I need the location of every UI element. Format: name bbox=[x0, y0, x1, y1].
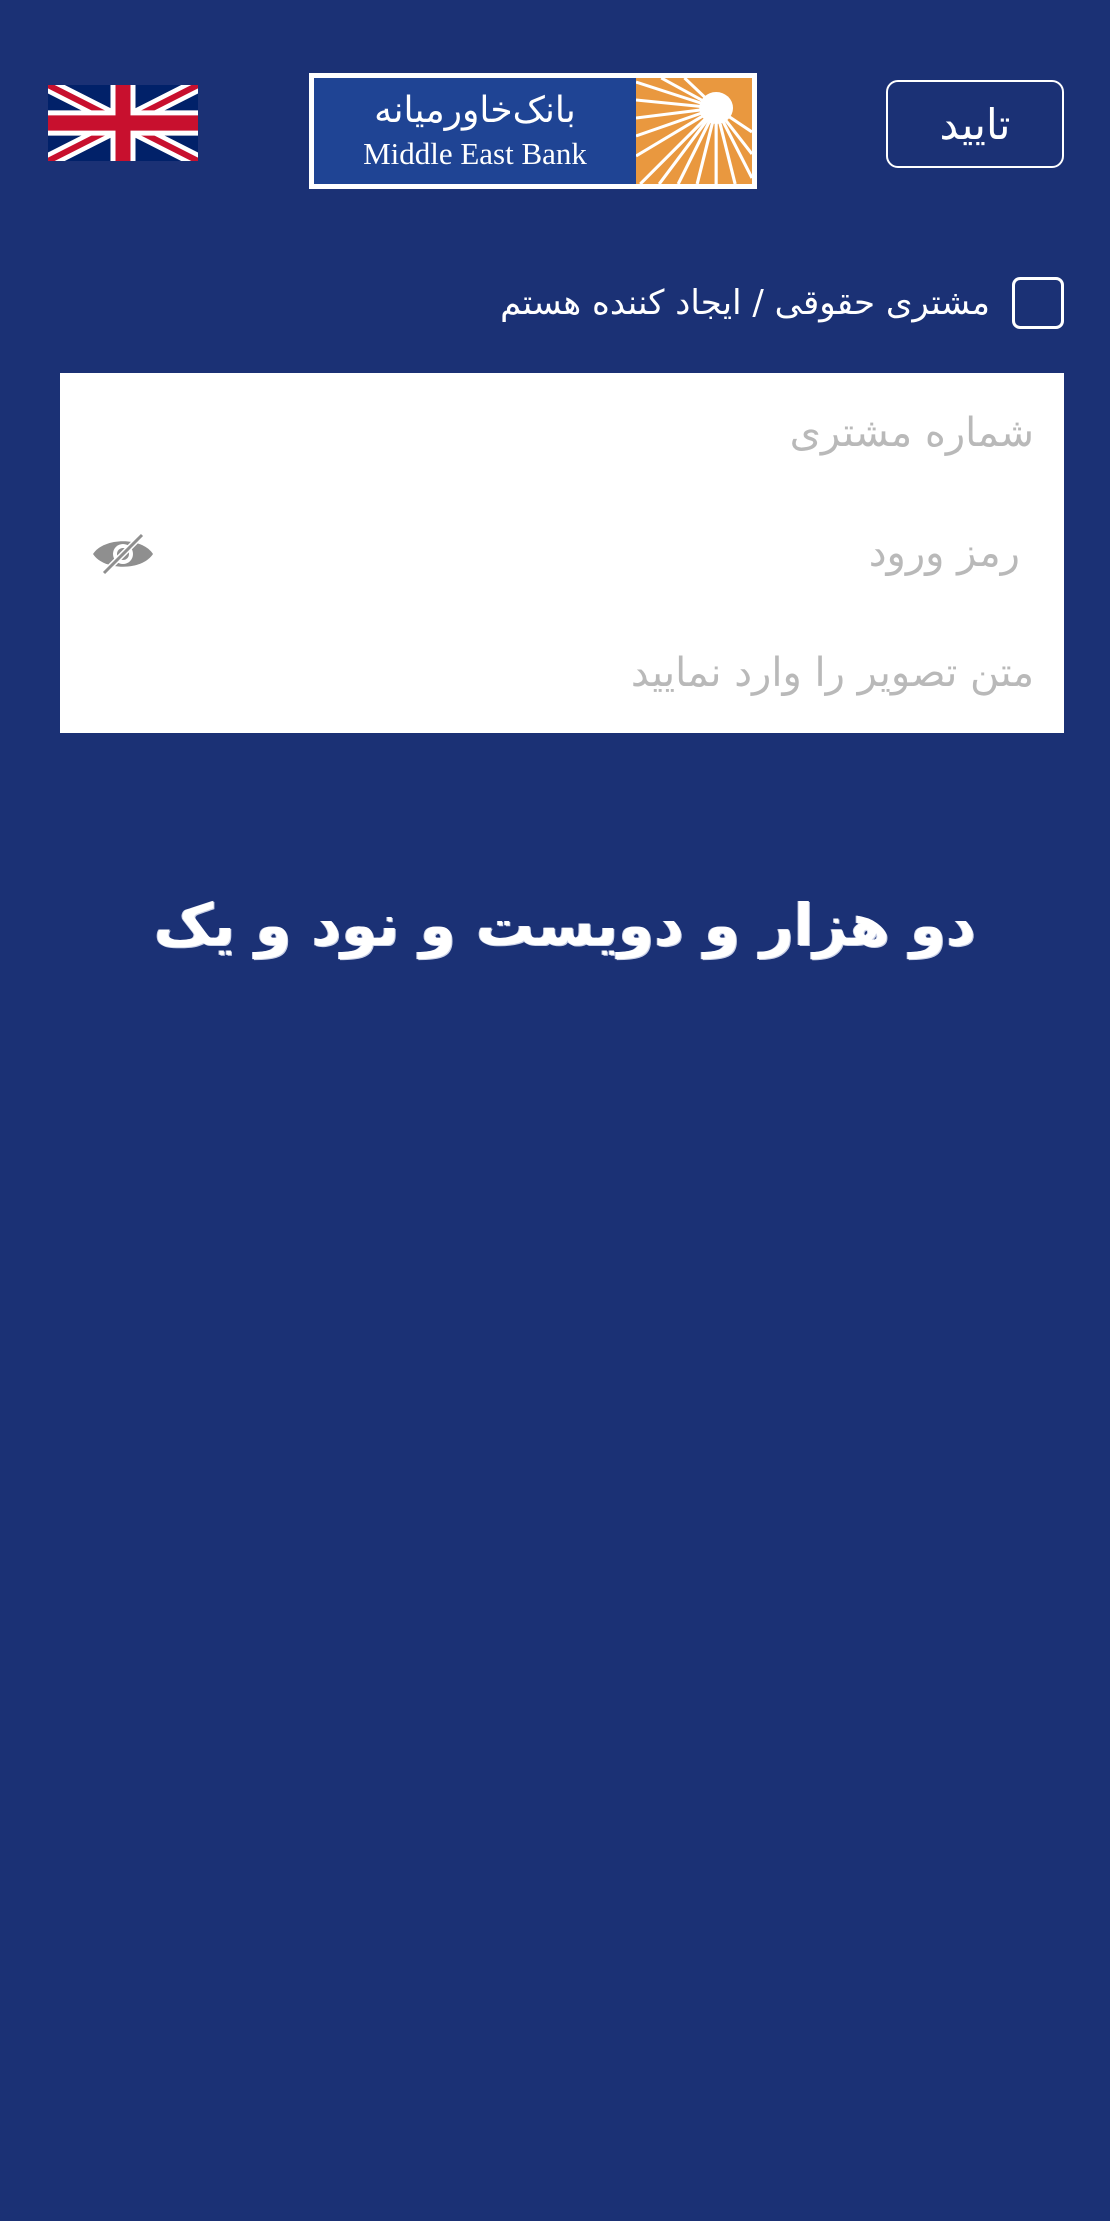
customer-number-row bbox=[60, 373, 1064, 493]
legal-customer-row[interactable]: مشتری حقوقی / ایجاد کننده هستم bbox=[500, 277, 1064, 329]
confirm-button[interactable]: تایید bbox=[886, 80, 1064, 168]
captcha-row bbox=[60, 613, 1064, 733]
bank-name-en: Middle East Bank bbox=[363, 136, 587, 171]
eye-slash-icon[interactable] bbox=[90, 531, 156, 577]
password-input[interactable] bbox=[60, 493, 1064, 613]
login-page: بانک‌خاورمیانه Middle East Bank bbox=[0, 0, 1110, 2221]
legal-customer-checkbox[interactable] bbox=[1012, 277, 1064, 329]
legal-customer-label: مشتری حقوقی / ایجاد کننده هستم bbox=[500, 283, 990, 323]
captcha-image: دو هزار و دویست و نود و یک bbox=[154, 891, 976, 959]
uk-flag-icon[interactable] bbox=[48, 85, 198, 161]
sun-emblem-icon bbox=[636, 78, 752, 184]
bank-logo: بانک‌خاورمیانه Middle East Bank bbox=[309, 73, 757, 189]
login-form bbox=[60, 373, 1064, 733]
bank-name-fa: بانک‌خاورمیانه bbox=[374, 90, 576, 131]
captcha-input[interactable] bbox=[60, 613, 1064, 733]
password-row bbox=[60, 493, 1064, 613]
bank-logo-text: بانک‌خاورمیانه Middle East Bank bbox=[314, 78, 636, 184]
customer-number-input[interactable] bbox=[60, 373, 1064, 493]
